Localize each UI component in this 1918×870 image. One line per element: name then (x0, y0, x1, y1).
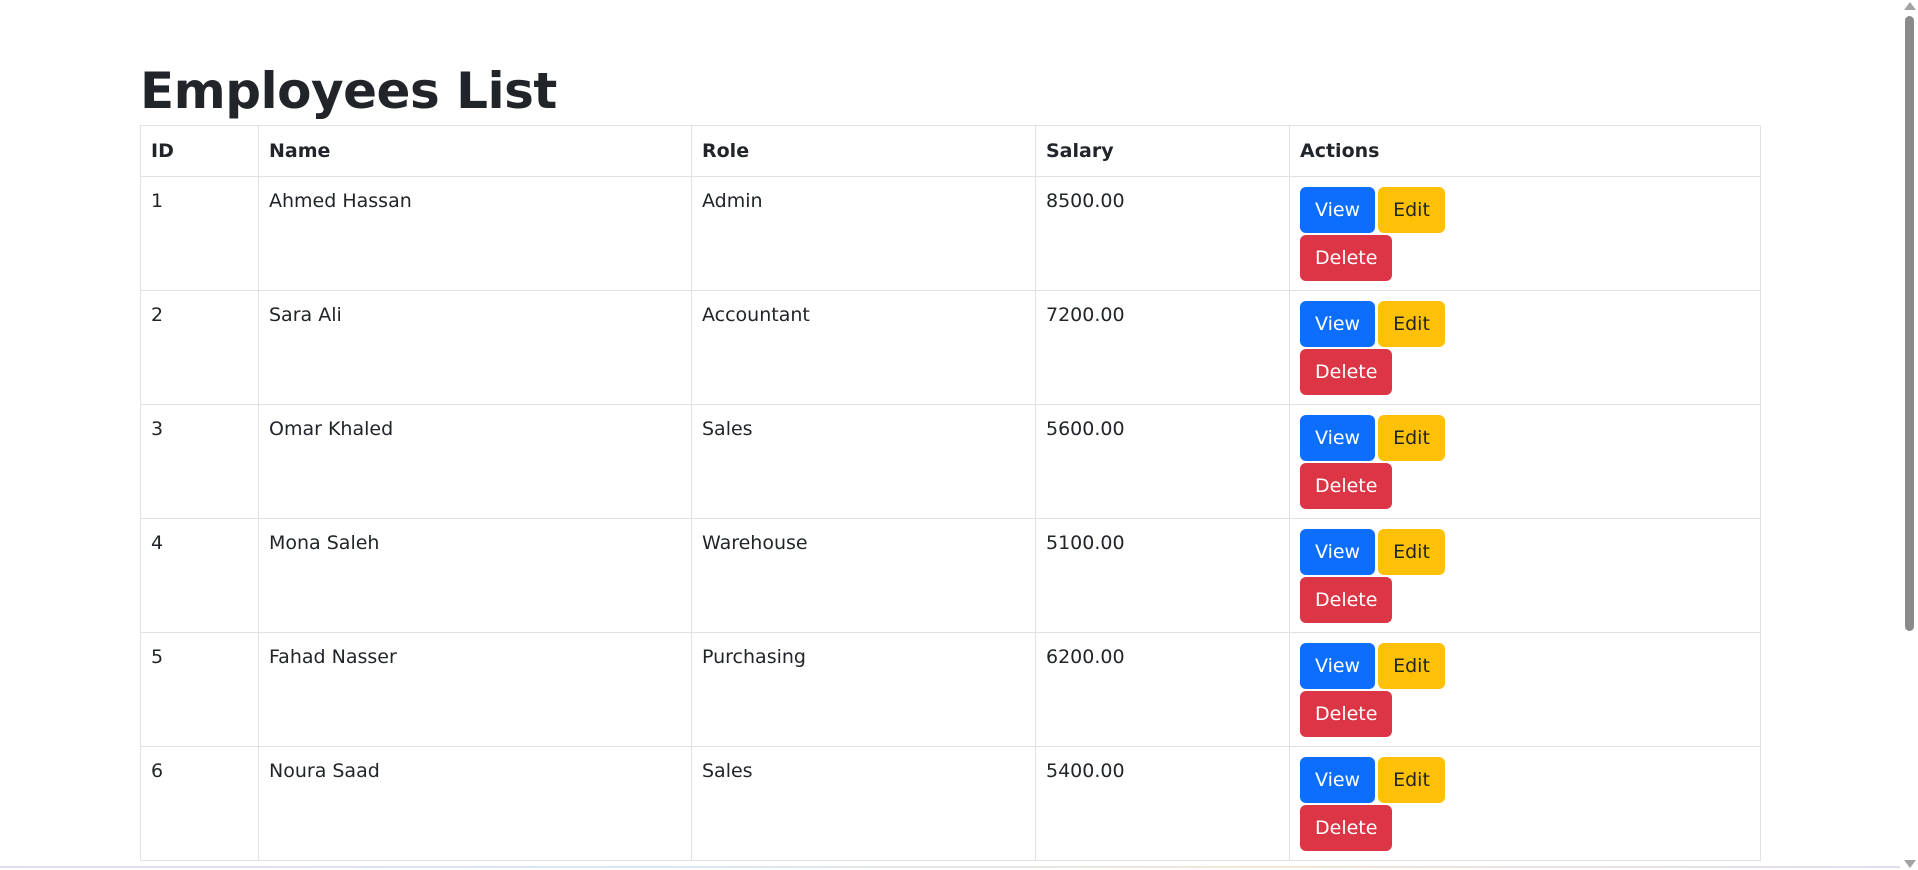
cell-salary: 5400.00 (1035, 746, 1290, 861)
cell-name: Fahad Nasser (258, 632, 692, 747)
view-button[interactable]: View (1300, 643, 1376, 689)
cell-actions: View Edit Delete (1289, 746, 1761, 861)
table-header-row: ID Name Role Salary Actions (140, 125, 1761, 177)
column-header-id: ID (140, 125, 259, 177)
table-row: 1 Ahmed Hassan Admin 8500.00 View Edit De… (140, 176, 1761, 291)
view-button[interactable]: View (1300, 757, 1376, 803)
edit-button[interactable]: Edit (1378, 187, 1445, 233)
cell-role: Sales (691, 746, 1036, 861)
view-button[interactable]: View (1300, 415, 1376, 461)
cell-actions: View Edit Delete (1289, 290, 1761, 405)
edit-button[interactable]: Edit (1378, 529, 1445, 575)
cell-name: Sara Ali (258, 290, 692, 405)
cell-id: 5 (140, 632, 259, 747)
action-button-group: View Edit (1300, 757, 1750, 804)
action-button-group: View Edit (1300, 529, 1750, 576)
cell-actions: View Edit Delete (1289, 404, 1761, 519)
cell-id: 2 (140, 290, 259, 405)
cell-name: Mona Saleh (258, 518, 692, 633)
cell-id: 1 (140, 176, 259, 291)
view-button[interactable]: View (1300, 187, 1376, 233)
cell-id: 6 (140, 746, 259, 861)
action-button-group: View Edit (1300, 415, 1750, 462)
cell-name: Noura Saad (258, 746, 692, 861)
employees-table: ID Name Role Salary Actions 1 Ahmed Hass… (140, 125, 1761, 861)
cell-name: Omar Khaled (258, 404, 692, 519)
cell-id: 3 (140, 404, 259, 519)
cell-actions: View Edit Delete (1289, 176, 1761, 291)
table-row: 2 Sara Ali Accountant 7200.00 View Edit D… (140, 290, 1761, 405)
column-header-actions: Actions (1289, 125, 1761, 177)
table-row: 4 Mona Saleh Warehouse 5100.00 View Edit … (140, 518, 1761, 633)
action-button-group: View Edit (1300, 187, 1750, 234)
delete-button[interactable]: Delete (1300, 805, 1393, 851)
page-title: Employees List (140, 62, 557, 120)
delete-button[interactable]: Delete (1300, 463, 1393, 509)
view-button[interactable]: View (1300, 529, 1376, 575)
cell-actions: View Edit Delete (1289, 518, 1761, 633)
edit-button[interactable]: Edit (1378, 301, 1445, 347)
cell-salary: 5600.00 (1035, 404, 1290, 519)
scroll-up-arrow-icon[interactable] (1904, 2, 1916, 10)
cell-salary: 5100.00 (1035, 518, 1290, 633)
cell-actions: View Edit Delete (1289, 632, 1761, 747)
cell-role: Sales (691, 404, 1036, 519)
vertical-scrollbar[interactable] (1900, 0, 1918, 870)
scrollbar-thumb[interactable] (1905, 16, 1914, 631)
window-bottom-edge (0, 866, 1900, 868)
view-button[interactable]: View (1300, 301, 1376, 347)
cell-name: Ahmed Hassan (258, 176, 692, 291)
action-button-group: View Edit (1300, 643, 1750, 690)
table-row: 6 Noura Saad Sales 5400.00 View Edit Dele… (140, 746, 1761, 861)
column-header-role: Role (691, 125, 1036, 177)
cell-role: Warehouse (691, 518, 1036, 633)
table-row: 3 Omar Khaled Sales 5600.00 View Edit Del… (140, 404, 1761, 519)
delete-button[interactable]: Delete (1300, 577, 1393, 623)
browser-viewport: Employees List ID Name Role Salary Actio… (0, 0, 1918, 870)
edit-button[interactable]: Edit (1378, 643, 1445, 689)
edit-button[interactable]: Edit (1378, 757, 1445, 803)
cell-role: Admin (691, 176, 1036, 291)
cell-salary: 7200.00 (1035, 290, 1290, 405)
cell-id: 4 (140, 518, 259, 633)
table-row: 5 Fahad Nasser Purchasing 6200.00 View Ed… (140, 632, 1761, 747)
cell-role: Purchasing (691, 632, 1036, 747)
cell-salary: 6200.00 (1035, 632, 1290, 747)
edit-button[interactable]: Edit (1378, 415, 1445, 461)
cell-salary: 8500.00 (1035, 176, 1290, 291)
delete-button[interactable]: Delete (1300, 235, 1393, 281)
action-button-group: View Edit (1300, 301, 1750, 348)
column-header-salary: Salary (1035, 125, 1290, 177)
column-header-name: Name (258, 125, 692, 177)
cell-role: Accountant (691, 290, 1036, 405)
delete-button[interactable]: Delete (1300, 349, 1393, 395)
employees-container: Employees List ID Name Role Salary Actio… (140, 55, 1761, 861)
scroll-down-arrow-icon[interactable] (1904, 860, 1916, 868)
delete-button[interactable]: Delete (1300, 691, 1393, 737)
